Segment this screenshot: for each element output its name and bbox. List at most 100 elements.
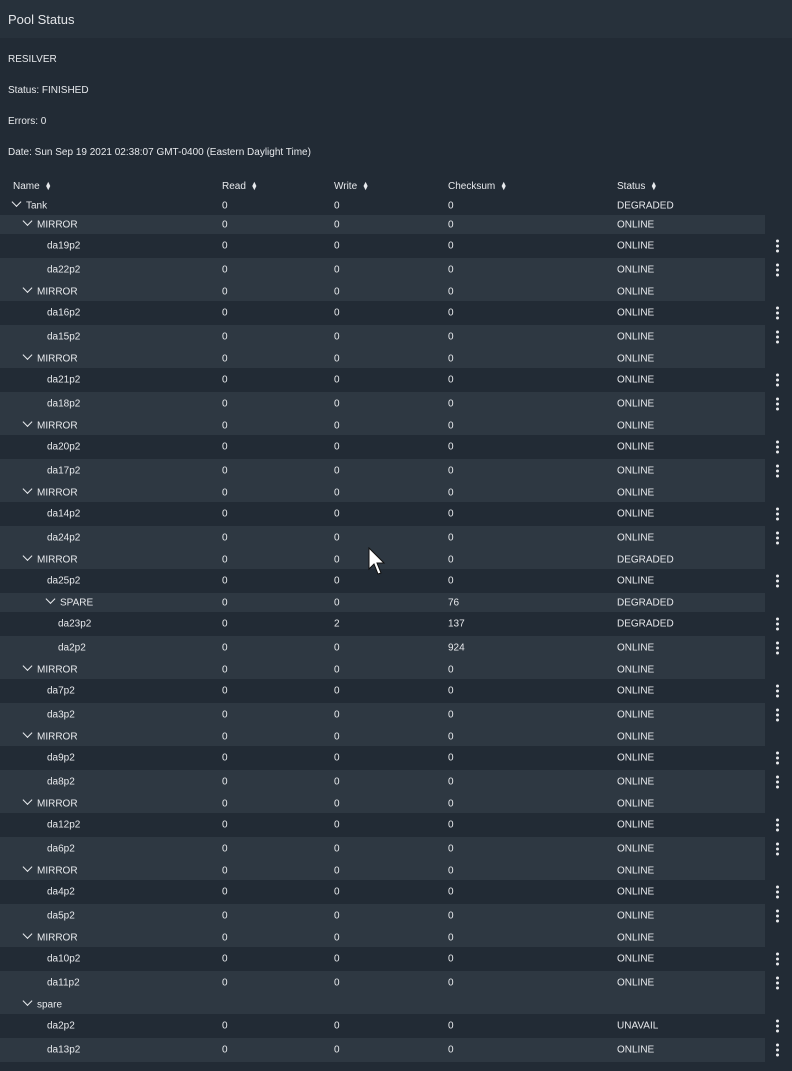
more-vertical-icon[interactable]	[774, 330, 780, 344]
table-row[interactable]: da21p2 0 0 0 ONLINE	[0, 368, 792, 392]
table-row[interactable]: da4p2 0 0 0 ONLINE	[0, 880, 792, 904]
chevron-down-icon[interactable]	[22, 861, 33, 872]
more-vertical-icon[interactable]	[774, 617, 780, 631]
table-row[interactable]: da22p2 0 0 0 ONLINE	[0, 258, 779, 282]
tree-group-row[interactable]: MIRROR 0 0 0 ONLINE	[0, 928, 765, 947]
table-row[interactable]: da3p2 0 0 0 ONLINE	[0, 703, 779, 727]
table-row[interactable]: da7p2 0 0 0 ONLINE	[0, 679, 792, 703]
table-row[interactable]: da14p2 0 0 0 ONLINE	[0, 502, 792, 526]
tree-group-row[interactable]: spare	[0, 995, 765, 1014]
more-vertical-icon[interactable]	[774, 397, 780, 411]
table-row[interactable]: da2p2 0 0 924 ONLINE	[0, 636, 779, 660]
more-vertical-icon[interactable]	[774, 976, 780, 990]
more-vertical-icon[interactable]	[774, 885, 780, 899]
sort-icon[interactable]: ▲ ▼	[362, 181, 369, 192]
chevron-down-icon[interactable]	[22, 416, 33, 427]
name-cell[interactable]: spare	[22, 995, 62, 1010]
read-column-header[interactable]: Read ▲ ▼	[222, 181, 258, 193]
name-cell[interactable]: MIRROR	[22, 861, 78, 876]
tree-group-row[interactable]: MIRROR 0 0 0 ONLINE	[0, 794, 765, 813]
table-row[interactable]: da20p2 0 0 0 ONLINE	[0, 435, 792, 459]
table-row[interactable]: da18p2 0 0 0 ONLINE	[0, 392, 779, 416]
tree-group-row[interactable]: Tank 0 0 0 DEGRADED	[0, 196, 792, 215]
table-row[interactable]: da12p2 0 0 0 ONLINE	[0, 813, 792, 837]
more-vertical-icon[interactable]	[774, 306, 780, 320]
more-vertical-icon[interactable]	[774, 1019, 780, 1033]
table-row[interactable]: da16p2 0 0 0 ONLINE	[0, 301, 792, 325]
chevron-down-icon[interactable]	[22, 727, 33, 738]
more-vertical-icon[interactable]	[774, 1043, 780, 1057]
table-row[interactable]: da10p2 0 0 0 ONLINE	[0, 947, 792, 971]
chevron-down-icon[interactable]	[22, 550, 33, 561]
table-row[interactable]: da25p2 0 0 0 ONLINE	[0, 569, 792, 593]
table-row[interactable]: da17p2 0 0 0 ONLINE	[0, 459, 779, 483]
name-cell[interactable]: MIRROR	[22, 483, 78, 498]
table-row[interactable]: da9p2 0 0 0 ONLINE	[0, 746, 792, 770]
write-column-header[interactable]: Write ▲ ▼	[334, 181, 369, 193]
table-row[interactable]: da15p2 0 0 0 ONLINE	[0, 325, 779, 349]
chevron-down-icon[interactable]	[22, 349, 33, 360]
checksum-column-header[interactable]: Checksum ▲ ▼	[448, 181, 507, 193]
table-row[interactable]: da23p2 0 2 137 DEGRADED	[0, 612, 792, 636]
more-vertical-icon[interactable]	[774, 464, 780, 478]
table-row[interactable]: da5p2 0 0 0 ONLINE	[0, 904, 779, 928]
chevron-down-icon[interactable]	[45, 593, 56, 604]
tree-group-row[interactable]: MIRROR 0 0 0 ONLINE	[0, 861, 765, 880]
more-vertical-icon[interactable]	[774, 909, 780, 923]
tree-group-row[interactable]: MIRROR 0 0 0 ONLINE	[0, 282, 765, 301]
tree-group-row[interactable]: MIRROR 0 0 0 ONLINE	[0, 483, 765, 502]
tree-group-row[interactable]: MIRROR 0 0 0 ONLINE	[0, 349, 765, 368]
sort-icon[interactable]: ▲ ▼	[45, 181, 52, 192]
name-cell[interactable]: MIRROR	[22, 928, 78, 943]
name-cell[interactable]: MIRROR	[22, 794, 78, 809]
more-vertical-icon[interactable]	[774, 263, 780, 277]
more-vertical-icon[interactable]	[774, 507, 780, 521]
tree-group-row[interactable]: MIRROR 0 0 0 ONLINE	[0, 727, 765, 746]
chevron-down-icon[interactable]	[11, 196, 22, 207]
more-vertical-icon[interactable]	[774, 842, 780, 856]
tree-group-row[interactable]: MIRROR 0 0 0 ONLINE	[0, 215, 765, 234]
tree-group-row[interactable]: MIRROR 0 0 0 ONLINE	[0, 660, 765, 679]
table-row[interactable]: da2p2 0 0 0 UNAVAIL	[0, 1014, 792, 1038]
chevron-down-icon[interactable]	[22, 215, 33, 226]
name-cell[interactable]: SPARE	[45, 593, 93, 608]
chevron-down-icon[interactable]	[22, 928, 33, 939]
more-vertical-icon[interactable]	[774, 708, 780, 722]
more-vertical-icon[interactable]	[774, 239, 780, 253]
tree-group-row[interactable]: MIRROR 0 0 0 ONLINE	[0, 416, 765, 435]
more-vertical-icon[interactable]	[774, 952, 780, 966]
tree-group-row[interactable]: SPARE 0 0 76 DEGRADED	[0, 593, 765, 612]
name-cell[interactable]: MIRROR	[22, 215, 78, 230]
more-vertical-icon[interactable]	[774, 775, 780, 789]
more-vertical-icon[interactable]	[774, 574, 780, 588]
more-vertical-icon[interactable]	[774, 751, 780, 765]
more-vertical-icon[interactable]	[774, 531, 780, 545]
name-cell[interactable]: MIRROR	[22, 727, 78, 742]
status-column-header[interactable]: Status ▲ ▼	[617, 181, 657, 193]
more-vertical-icon[interactable]	[774, 440, 780, 454]
chevron-down-icon[interactable]	[22, 660, 33, 671]
sort-icon[interactable]: ▲ ▼	[650, 181, 657, 192]
sort-icon[interactable]: ▲ ▼	[251, 181, 258, 192]
name-cell[interactable]: MIRROR	[22, 416, 78, 431]
chevron-down-icon[interactable]	[22, 483, 33, 494]
name-cell[interactable]: MIRROR	[22, 349, 78, 364]
table-row[interactable]: da13p2 0 0 0 ONLINE	[0, 1038, 779, 1062]
table-row[interactable]: da19p2 0 0 0 ONLINE	[0, 234, 792, 258]
more-vertical-icon[interactable]	[774, 684, 780, 698]
table-row[interactable]: da6p2 0 0 0 ONLINE	[0, 837, 779, 861]
chevron-down-icon[interactable]	[22, 794, 33, 805]
table-row[interactable]: da8p2 0 0 0 ONLINE	[0, 770, 779, 794]
table-row[interactable]: da11p2 0 0 0 ONLINE	[0, 971, 779, 995]
more-vertical-icon[interactable]	[774, 641, 780, 655]
name-cell[interactable]: MIRROR	[22, 550, 78, 565]
name-cell[interactable]: Tank	[11, 196, 47, 211]
more-vertical-icon[interactable]	[774, 373, 780, 387]
name-cell[interactable]: MIRROR	[22, 660, 78, 675]
chevron-down-icon[interactable]	[22, 995, 33, 1006]
chevron-down-icon[interactable]	[22, 282, 33, 293]
sort-icon[interactable]: ▲ ▼	[500, 181, 507, 192]
more-vertical-icon[interactable]	[774, 818, 780, 832]
name-cell[interactable]: MIRROR	[22, 282, 78, 297]
name-column-header[interactable]: Name ▲ ▼	[13, 181, 52, 193]
